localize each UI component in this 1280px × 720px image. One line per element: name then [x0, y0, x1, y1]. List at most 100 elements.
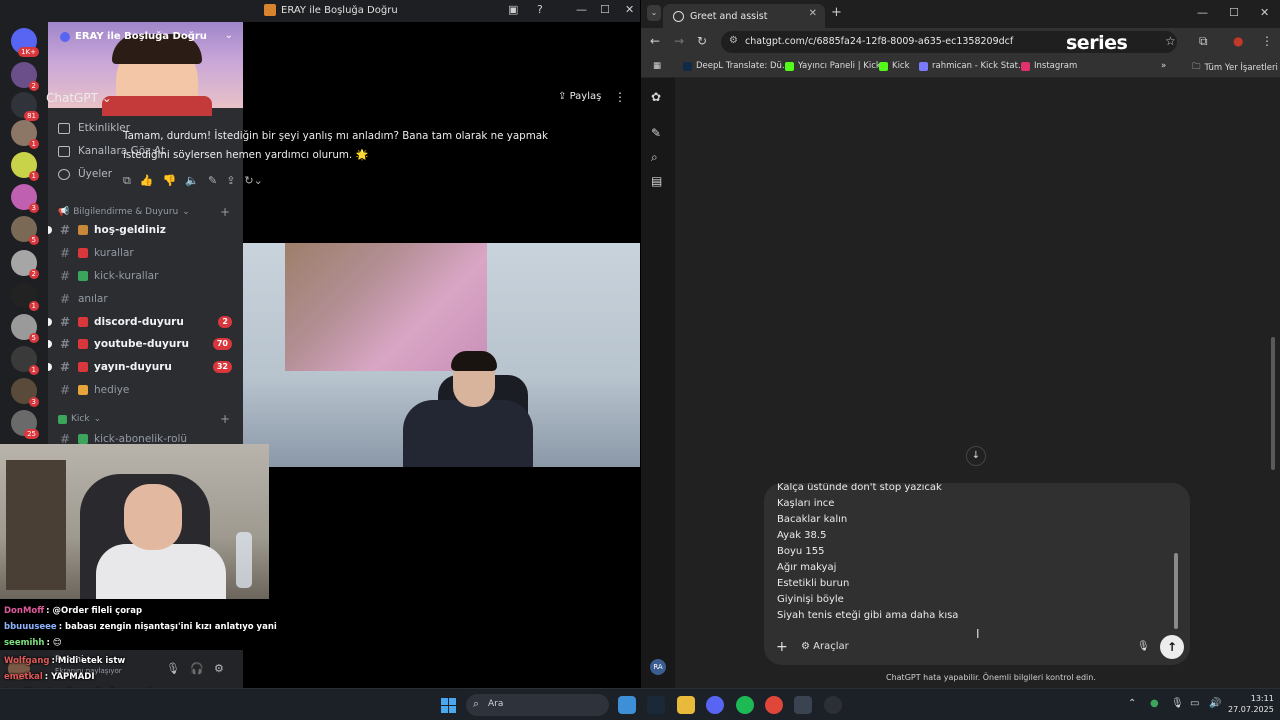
chevron-down-icon[interactable]: ⌄ — [225, 30, 233, 41]
steam-app-icon[interactable] — [647, 696, 665, 714]
share-icon[interactable]: ⇪ — [226, 174, 235, 188]
maximize-icon[interactable]: ☐ — [1229, 6, 1239, 19]
attach-icon[interactable]: + — [776, 639, 788, 655]
server-icon[interactable]: 3 — [11, 378, 39, 407]
share-button[interactable]: ⇪ Paylaş — [558, 91, 601, 102]
server-icon[interactable]: 2 — [11, 62, 39, 91]
monitor-icon[interactable]: ▭ — [1190, 698, 1199, 709]
minimize-icon[interactable]: — — [576, 3, 587, 16]
composer-scrollbar[interactable] — [1174, 553, 1178, 629]
server-icon[interactable]: 81 — [11, 92, 39, 121]
server-icon[interactable]: 1 — [11, 120, 39, 149]
tray-app-icon[interactable]: ● — [1150, 698, 1159, 709]
server-icon[interactable]: 3 — [11, 184, 39, 213]
close-icon[interactable]: ✕ — [625, 3, 634, 16]
extensions-icon[interactable]: ⧉ — [1199, 34, 1208, 49]
close-icon[interactable]: ✕ — [1260, 6, 1269, 19]
forward-icon[interactable]: → — [674, 34, 684, 48]
taskbar-search[interactable]: ⌕ Ara — [466, 694, 609, 716]
url-text[interactable]: chatgpt.com/c/6885fa24-12f8-8009-a635-ec… — [745, 36, 1013, 47]
minimize-icon[interactable]: — — [1197, 6, 1208, 19]
category-kick[interactable]: Kick ⌄ + — [58, 412, 230, 426]
bookmark-item[interactable]: rahmican - Kick Stat... — [919, 61, 1026, 71]
app-icon[interactable] — [824, 696, 842, 714]
channel-item[interactable]: # anılar — [58, 289, 236, 309]
inbox-icon[interactable]: ▣ — [508, 3, 518, 16]
microphone-icon[interactable]: 🎙 — [1171, 698, 1184, 709]
site-info-icon[interactable]: ⚙ — [729, 35, 738, 46]
channel-item[interactable]: # hoş-geldiniz — [48, 220, 236, 240]
channel-item[interactable]: # yayın-duyuru 32 — [48, 357, 236, 377]
server-icon[interactable]: 5 — [11, 216, 39, 245]
help-icon[interactable]: ? — [537, 3, 543, 16]
model-selector[interactable]: ChatGPT ⌄ — [46, 91, 112, 105]
thumbs-down-icon[interactable]: 👎 — [163, 174, 177, 188]
category-info[interactable]: 📢 Bilgilendirme & Duyuru ⌄ + — [58, 205, 230, 219]
server-name[interactable]: ERAY ile Boşluğa Doğru — [60, 31, 207, 42]
channel-item[interactable]: # hediye — [58, 380, 236, 400]
thumbs-up-icon[interactable]: 👍 — [140, 174, 154, 188]
server-icon[interactable]: 5 — [11, 314, 39, 343]
profile-icon[interactable]: ● — [1233, 34, 1243, 48]
more-bookmarks-icon[interactable]: » — [1161, 61, 1166, 71]
tools-button[interactable]: ⚙ Araçlar — [801, 641, 849, 652]
channel-item[interactable]: # youtube-duyuru 70 — [48, 334, 236, 354]
server-icon[interactable]: 25 — [11, 410, 39, 439]
openai-logo-icon[interactable]: ✿ — [651, 90, 661, 104]
add-channel-icon[interactable]: + — [220, 205, 230, 219]
channel-item[interactable]: # kurallar — [58, 243, 236, 263]
bookmark-item[interactable]: Yayıncı Paneli | Kick — [785, 61, 881, 71]
edit-canvas-icon[interactable]: ✎ — [208, 174, 217, 188]
read-aloud-icon[interactable]: 🔈 — [185, 174, 199, 188]
server-icon[interactable]: 2 — [11, 250, 39, 279]
bookmark-star-icon[interactable]: ☆ — [1165, 34, 1176, 48]
close-tab-icon[interactable]: ✕ — [809, 8, 817, 19]
app-icon[interactable] — [794, 696, 812, 714]
bookmark-item[interactable]: Instagram — [1021, 61, 1077, 71]
channel-item[interactable]: # kick-kurallar — [58, 266, 236, 286]
tab-search-icon[interactable]: ⌄ — [647, 5, 661, 21]
composer-text[interactable]: Kalça üstünde don't stop yazıcak Kaşları … — [777, 483, 958, 624]
server-icon[interactable]: 1 — [11, 152, 39, 181]
search-icon[interactable]: ⌕ — [651, 150, 658, 165]
bookmarks-folder[interactable]: 🗀 Tüm Yer İşaretleri — [1192, 61, 1278, 75]
channel-item[interactable]: # kick-abonelik-rolü — [58, 429, 236, 444]
home-server-icon[interactable]: 1K+ — [11, 28, 39, 57]
more-options-icon[interactable]: ⋮ — [614, 90, 626, 104]
tab-greet-and-assist[interactable]: Greet and assist ✕ — [663, 4, 825, 28]
chevron-up-icon[interactable]: ⌃ — [1128, 698, 1136, 709]
stream-video[interactable] — [243, 243, 640, 467]
send-button[interactable]: ↑ — [1160, 635, 1184, 659]
avatar[interactable]: RA — [650, 659, 666, 675]
library-icon[interactable]: ▤ — [651, 174, 662, 188]
menu-icon[interactable]: ⋮ — [1261, 34, 1273, 48]
maximize-icon[interactable]: ☐ — [600, 3, 610, 16]
page-scrollbar[interactable] — [1271, 337, 1275, 470]
file-explorer-icon[interactable] — [677, 696, 695, 714]
server-icon[interactable]: 1 — [11, 346, 39, 375]
bookmark-item[interactable]: Kick — [879, 61, 910, 71]
spotify-app-icon[interactable] — [736, 696, 754, 714]
new-tab-icon[interactable]: + — [831, 5, 842, 20]
regenerate-icon[interactable]: ↻⌄ — [244, 174, 262, 188]
photos-app-icon[interactable] — [618, 696, 636, 714]
scroll-to-bottom-button[interactable]: ↓ — [966, 446, 986, 466]
reload-icon[interactable]: ↻ — [697, 34, 707, 48]
back-icon[interactable]: ← — [650, 34, 660, 48]
clock[interactable]: 13:11 27.07.2025 — [1228, 693, 1274, 715]
add-channel-icon[interactable]: + — [220, 412, 230, 426]
windows-start-icon[interactable] — [441, 698, 456, 713]
discord-app-icon[interactable] — [706, 696, 724, 714]
menu-events[interactable]: Etkinlikler — [58, 122, 130, 134]
channel-item[interactable]: # discord-duyuru 2 — [48, 312, 236, 332]
apps-icon[interactable]: ▦ — [653, 61, 661, 71]
server-icon[interactable]: 1 — [11, 282, 39, 311]
chrome-app-icon[interactable] — [765, 696, 783, 714]
menu-members[interactable]: Üyeler — [58, 168, 112, 180]
copy-icon[interactable]: ⧉ — [123, 174, 131, 188]
bookmark-item[interactable]: DeepL Translate: Dü... — [683, 61, 790, 71]
microphone-icon[interactable]: 🎙 — [1137, 641, 1150, 652]
new-chat-icon[interactable]: ✎ — [651, 126, 661, 140]
volume-icon[interactable]: 🔊 — [1209, 698, 1221, 709]
address-bar[interactable]: ⚙ chatgpt.com/c/6885fa24-12f8-8009-a635-… — [721, 31, 1177, 54]
